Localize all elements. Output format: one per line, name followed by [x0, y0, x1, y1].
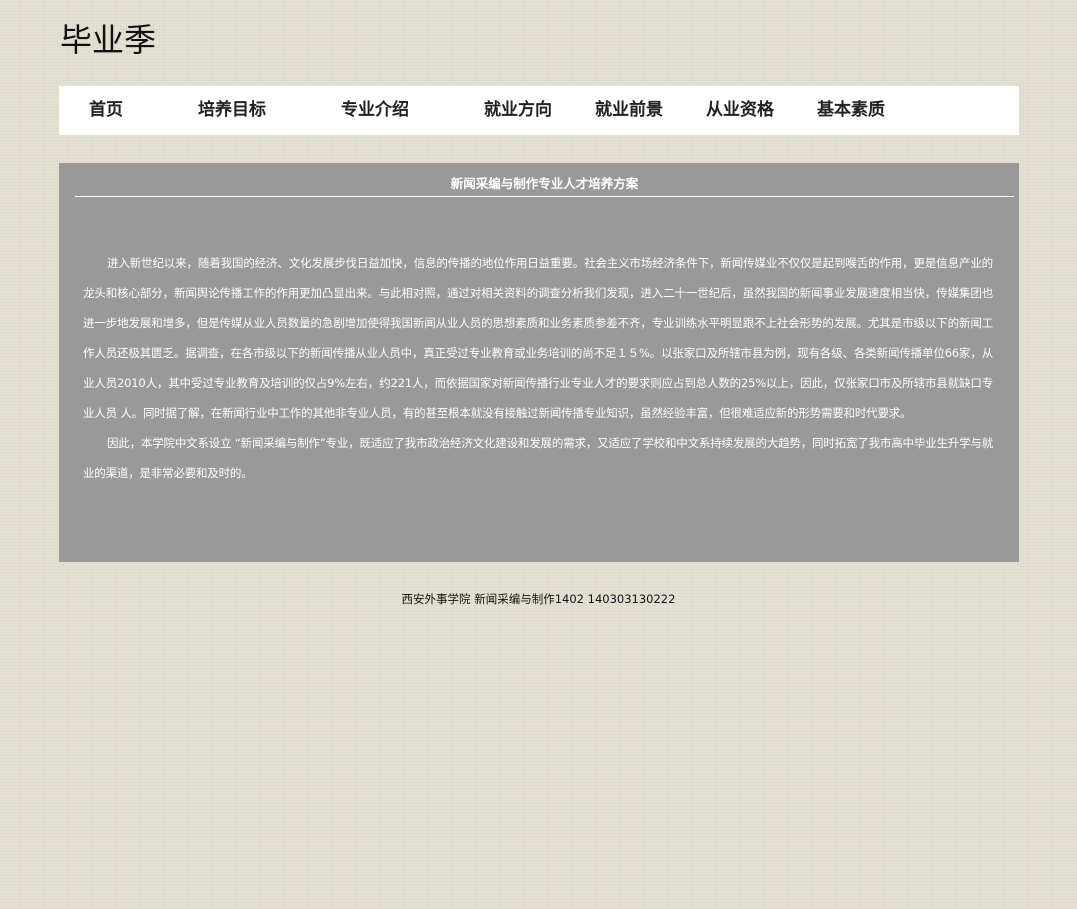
- nav-item-qualifications[interactable]: 从业资格: [706, 86, 774, 135]
- article-panel: 新闻采编与制作专业人才培养方案 进入新世纪以来，随着我国的经济、文化发展步伐日益…: [59, 163, 1019, 562]
- article-paragraph: 因此，本学院中文系设立 “新闻采编与制作”专业，既适应了我市政治经济文化建设和发…: [83, 436, 993, 480]
- nav-item-training-goals[interactable]: 培养目标: [198, 86, 266, 135]
- main-nav: 首页 培养目标 专业介绍 就业方向 就业前景 从业资格 基本素质: [59, 86, 1019, 135]
- article-paragraph: 进入新世纪以来，随着我国的经济、文化发展步伐日益加快，信息的传播的地位作用日益重…: [83, 256, 993, 420]
- footer-text: 西安外事学院 新闻采编与制作1402 140303130222: [401, 592, 676, 606]
- article-body: 进入新世纪以来，随着我国的经济、文化发展步伐日益加快，信息的传播的地位作用日益重…: [83, 248, 993, 488]
- site-title: 毕业季: [60, 21, 157, 59]
- nav-item-major-intro[interactable]: 专业介绍: [341, 86, 409, 135]
- nav-item-home[interactable]: 首页: [89, 86, 123, 135]
- nav-item-career-direction[interactable]: 就业方向: [484, 86, 552, 135]
- nav-item-career-prospects[interactable]: 就业前景: [595, 86, 663, 135]
- nav-item-basic-qualities[interactable]: 基本素质: [817, 86, 885, 135]
- article-title: 新闻采编与制作专业人才培养方案: [75, 173, 1014, 197]
